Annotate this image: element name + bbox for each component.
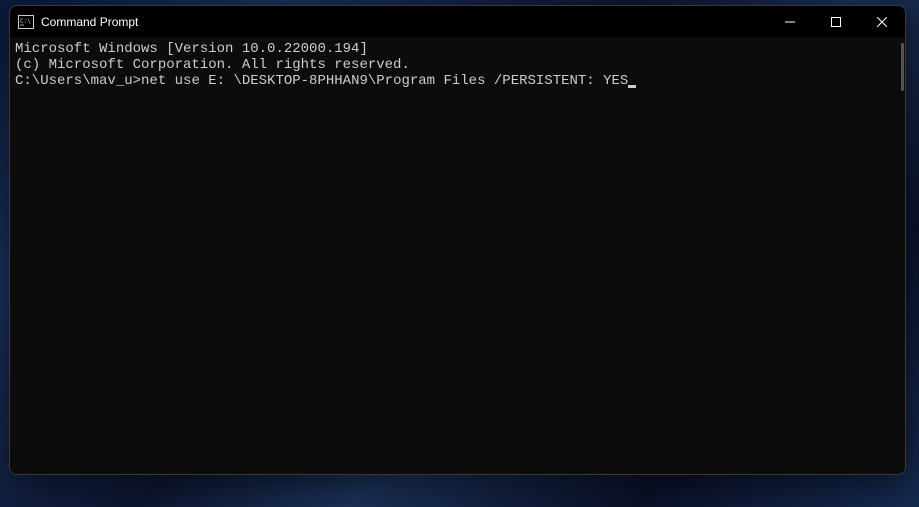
prompt-text: C:\Users\mav_u>	[15, 73, 141, 89]
close-button[interactable]	[859, 6, 905, 37]
titlebar[interactable]: C:\ Command Prompt	[10, 6, 905, 37]
text-cursor	[628, 85, 636, 88]
command-text: net use E: \DESKTOP-8PHHAN9\Program File…	[141, 73, 628, 89]
output-line: (c) Microsoft Corporation. All rights re…	[15, 57, 900, 73]
scrollbar-thumb[interactable]	[901, 43, 904, 91]
cmd-icon: C:\	[18, 14, 34, 30]
prompt-line: C:\Users\mav_u>net use E: \DESKTOP-8PHHA…	[15, 73, 900, 89]
output-line: Microsoft Windows [Version 10.0.22000.19…	[15, 41, 900, 57]
minimize-button[interactable]	[767, 6, 813, 37]
window-controls	[767, 6, 905, 37]
command-prompt-window: C:\ Command Prompt Microsoft Windows [Ve…	[9, 5, 906, 475]
terminal-output[interactable]: Microsoft Windows [Version 10.0.22000.19…	[10, 37, 905, 474]
window-title: Command Prompt	[41, 15, 767, 29]
scrollbar[interactable]	[897, 37, 904, 473]
maximize-button[interactable]	[813, 6, 859, 37]
svg-text:C:\: C:\	[20, 18, 31, 25]
